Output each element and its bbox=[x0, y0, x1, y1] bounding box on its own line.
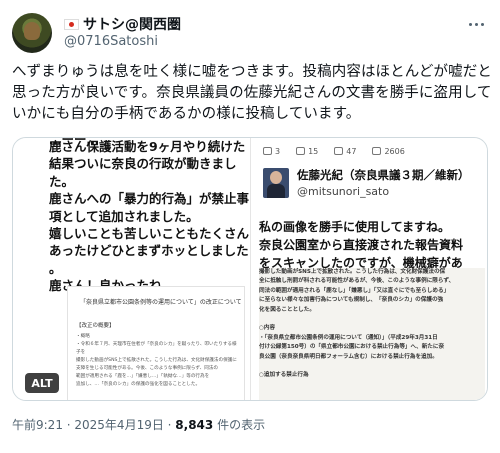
doc-line: 範囲が適用される「鹿を…」「嫌悪し…」「執拗な…」等の行為を bbox=[76, 374, 210, 379]
views-stat: 2606 bbox=[372, 147, 405, 156]
doc-line: ○追加する禁止行為 bbox=[259, 372, 309, 379]
embedded-author-avatar bbox=[263, 168, 289, 198]
tweet-meta: 午前9:21 · 2025年4月19日 · 8,843 件の表示 bbox=[12, 416, 265, 433]
timestamp[interactable]: 午前9:21 · 2025年4月19日 · bbox=[12, 418, 175, 432]
left-line: た。 bbox=[49, 173, 75, 189]
doc-line: 全に抵触し刑罰が科される可能性があるが、今後、このような事例に限らず、 bbox=[259, 278, 455, 285]
more-icon[interactable] bbox=[464, 14, 488, 34]
views-count: 8,843 bbox=[175, 418, 214, 432]
doc-line: 同法の範囲が適用される「鹿なし」「嫌悪し」「又は直ぐにでも至らしめる」 bbox=[259, 287, 450, 294]
doc-line: 支障を生じる可能性がある。今後、このような事例に限らず、同法の bbox=[76, 366, 218, 371]
views-label: 件の表示 bbox=[213, 418, 266, 432]
doc-line bbox=[259, 362, 485, 371]
doc-line: 化を図ることとした。 bbox=[259, 306, 315, 313]
left-line: 嬉しいことも苦しいこともたくさん bbox=[49, 226, 250, 242]
doc-line: 付け公緑第150号）の「県立都市公園における禁止行為等」へ、新たに奈 bbox=[259, 344, 445, 351]
left-document-image: 「奈良県立都市公園条例等の運用について」の改正について 【改正の概要】 ・概略 … bbox=[67, 286, 245, 400]
author-avatar[interactable] bbox=[12, 13, 52, 53]
reply-icon bbox=[263, 147, 272, 155]
author-display-name[interactable]: サトシ@関西圏 bbox=[83, 14, 181, 34]
embedded-post-text: 私の画像を勝手に使用してますね。 奈良公園室から直接渡された報告資料 をスキャン… bbox=[259, 218, 487, 272]
chart-icon bbox=[372, 147, 382, 155]
repost-icon bbox=[296, 147, 306, 155]
japan-flag-icon bbox=[64, 18, 79, 30]
doc-line: ・「奈良県立都市公園条例の運用について（通知）」（平成29年3月31日 bbox=[259, 334, 438, 341]
embedded-stats: 3 15 47 2606 bbox=[263, 144, 421, 158]
doc-line: に至らない様々な加害行為についても規制し、「奈良のシカ」の保護の強 bbox=[259, 297, 444, 304]
left-line: 項として追加されました。 bbox=[49, 208, 199, 224]
reply-stat: 3 bbox=[263, 147, 280, 156]
like-stat: 47 bbox=[334, 147, 356, 156]
left-line: 結果ついに奈良の行政が動きまし bbox=[49, 156, 237, 172]
deer-icon bbox=[24, 22, 40, 40]
left-line: 鹿さん保護活動を9ヶ月やり続けた bbox=[49, 139, 246, 154]
embedded-author-name: 佐藤光紀（奈良県議３期／維新） bbox=[297, 168, 470, 182]
embedded-author-handle: @mitsunori_sato bbox=[297, 185, 390, 198]
heart-icon bbox=[334, 147, 344, 155]
repost-stat: 15 bbox=[296, 147, 318, 156]
doc-line bbox=[259, 315, 485, 324]
embedded-line: 私の画像を勝手に使用してますね。 bbox=[259, 220, 451, 234]
doc-body: ・概略 ・令和６年７月、天理市在住者が「奈良のシカ」を蹴ったり、叩いたりする様子… bbox=[76, 333, 238, 389]
left-line: 鹿さんへの「暴力的行為」が禁止事 bbox=[49, 191, 250, 207]
doc-line: ○内容 bbox=[259, 325, 276, 332]
doc-subtitle: 【改正の概要】 bbox=[76, 323, 115, 329]
tweet-header: サトシ@関西圏 @0716Satoshi bbox=[12, 10, 488, 54]
doc-line: ・概略 bbox=[76, 334, 90, 339]
doc-line: 追加し、…「奈良のシカ」の保護の強化を図ることとした。 bbox=[76, 382, 201, 387]
author-handle[interactable]: @0716Satoshi bbox=[64, 34, 158, 49]
left-post-text: 鹿さん保護活動を9ヶ月やり続けた 結果ついに奈良の行政が動きまし た。 鹿さんへ… bbox=[49, 138, 249, 295]
media-image-left[interactable]: …ーー… 鹿さん保護活動を9ヶ月やり続けた 結果ついに奈良の行政が動きまし た。… bbox=[13, 138, 251, 400]
alt-badge[interactable]: ALT bbox=[25, 373, 59, 393]
tweet-text: へずまりゅうは息を吐く様に嘘をつきます。投稿内容はほとんどが嘘だと思った方が良い… bbox=[12, 64, 492, 122]
media-image-right[interactable]: 3 15 47 2606 佐藤光紀（奈良県議３期／維新） @mitsunori_… bbox=[251, 138, 487, 400]
left-line: 。 bbox=[49, 260, 62, 276]
doc-line: 良公園（奈良奈良県明日都フォーラム含む）における禁止行為を追加。 bbox=[259, 353, 438, 360]
author-name-row[interactable]: サトシ@関西圏 bbox=[64, 14, 181, 34]
embedded-doc-body: 撮影した動画がSNS上で拡散された。こうした行為は、文化財保護法の保 全に抵触し… bbox=[259, 268, 485, 381]
doc-title: 「奈良県立都市公園条例等の運用について」の改正について bbox=[80, 299, 242, 306]
doc-line: ・令和６年７月、天理市在住者が「奈良のシカ」を蹴ったり、叩いたりする様子を bbox=[76, 342, 237, 355]
embedded-line: 奈良公園室から直接渡された報告資料 bbox=[259, 238, 464, 252]
doc-line: 撮影した動画がSNS上で拡散された。こうした行為は、文化財保護法の保 bbox=[259, 269, 446, 275]
left-line: あったけどひとまずホッとしました bbox=[49, 243, 249, 259]
tweet-media[interactable]: …ーー… 鹿さん保護活動を9ヶ月やり続けた 結果ついに奈良の行政が動きまし た。… bbox=[12, 137, 488, 401]
embedded-document-image: 撮影した動画がSNS上で拡散された。こうした行為は、文化財保護法の保 全に抵触し… bbox=[259, 268, 485, 400]
doc-line: 撮影した動画がSNS上で拡散された。こうした行為は、文化財保護法の保護に bbox=[76, 358, 237, 363]
